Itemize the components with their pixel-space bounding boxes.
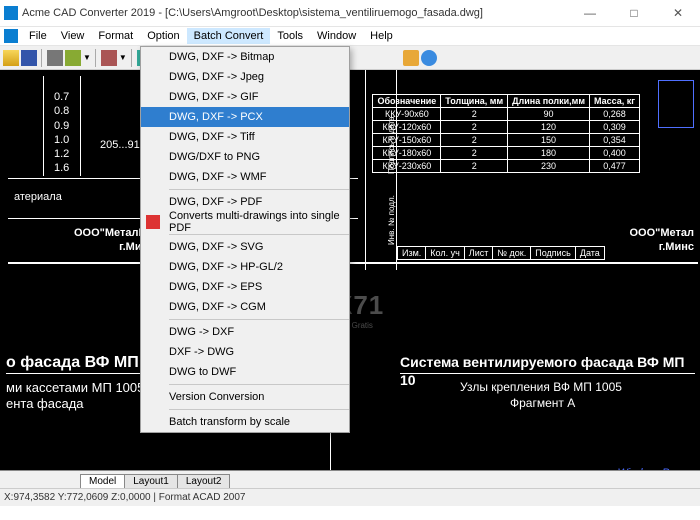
menu-item[interactable]: DWG, DXF -> GIF	[141, 87, 349, 107]
detail-box	[658, 80, 694, 128]
menu-format[interactable]: Format	[91, 28, 140, 44]
export-icon[interactable]	[101, 50, 117, 66]
menu-option[interactable]: Option	[140, 28, 186, 44]
title-left-3: ента фасада	[6, 396, 84, 413]
menu-item[interactable]: DWG -> DXF	[141, 322, 349, 342]
print-icon[interactable]	[47, 50, 63, 66]
drawing-canvas[interactable]: 0.70.80.9 1.01.21.6 205...916 атериала О…	[0, 70, 700, 488]
menu-help[interactable]: Help	[363, 28, 400, 44]
menu-item[interactable]: Batch transform by scale	[141, 412, 349, 432]
menu-window[interactable]: Window	[310, 28, 363, 44]
home-icon[interactable]	[403, 50, 419, 66]
menu-item[interactable]: DWG, DXF -> HP-GL/2	[141, 257, 349, 277]
menu-item[interactable]: DWG, DXF -> CGM	[141, 297, 349, 317]
menu-item[interactable]: DWG, DXF -> PCX	[141, 107, 349, 127]
window-title: Acme CAD Converter 2019 - [C:\Users\Amgr…	[22, 7, 576, 19]
menu-item[interactable]: DWG, DXF -> PDF	[141, 192, 349, 212]
tab-layout2[interactable]: Layout2	[177, 474, 231, 488]
batch-icon[interactable]	[65, 50, 81, 66]
org-right: ООО"Металг.Минс	[629, 226, 694, 255]
menu-item[interactable]: DWG, DXF -> WMF	[141, 167, 349, 187]
menu-item[interactable]: DWG, DXF -> Jpeg	[141, 67, 349, 87]
menu-item[interactable]: DWG, DXF -> SVG	[141, 237, 349, 257]
menu-item[interactable]: DWG, DXF -> Bitmap	[141, 47, 349, 67]
window-controls: — □ ✕	[576, 3, 692, 23]
menu-item[interactable]: DWG/DXF to PNG	[141, 147, 349, 167]
menu-view[interactable]: View	[54, 28, 92, 44]
menu-item[interactable]: DWG, DXF -> Tiff	[141, 127, 349, 147]
menu-item[interactable]: DXF -> DWG	[141, 342, 349, 362]
title-right-2: Узлы крепления ВФ МП 1005	[460, 380, 622, 396]
batch-convert-dropdown: DWG, DXF -> BitmapDWG, DXF -> JpegDWG, D…	[140, 46, 350, 433]
minimize-button[interactable]: —	[576, 3, 604, 23]
dims-col1: 0.70.80.9 1.01.21.6	[54, 90, 69, 176]
close-button[interactable]: ✕	[664, 3, 692, 23]
titlebar: Acme CAD Converter 2019 - [C:\Users\Amgr…	[0, 0, 700, 26]
revision-header: Изм.Кол. учЛист№ док.ПодписьДата	[397, 246, 605, 260]
tab-layout1[interactable]: Layout1	[124, 474, 178, 488]
menu-batch-convert[interactable]: Batch Convert	[187, 28, 271, 44]
spec-table: ОбозначениеТолщина, ммДлина полки,ммМасс…	[372, 94, 640, 173]
statusbar: X:974,3582 Y:772,0609 Z:0,0000 | Format …	[0, 488, 700, 506]
menubar: File View Format Option Batch Convert To…	[0, 26, 700, 46]
pdf-icon	[146, 215, 160, 229]
app-icon	[4, 6, 18, 20]
material-label: атериала	[14, 190, 62, 204]
info-icon[interactable]	[421, 50, 437, 66]
app-icon-small	[4, 29, 18, 43]
save-icon[interactable]	[21, 50, 37, 66]
menu-file[interactable]: File	[22, 28, 54, 44]
menu-tools[interactable]: Tools	[270, 28, 310, 44]
title-right-3: Фрагмент А	[510, 396, 575, 412]
open-icon[interactable]	[3, 50, 19, 66]
title-left-2: ми кассетами МП 1005	[6, 380, 144, 397]
dims-col2: 205...916	[100, 138, 146, 152]
maximize-button[interactable]: □	[620, 3, 648, 23]
tab-strip: Model Layout1 Layout2	[0, 470, 700, 488]
menu-item[interactable]: Converts multi-drawings into single PDF	[141, 212, 349, 232]
menu-item[interactable]: DWG, DXF -> EPS	[141, 277, 349, 297]
toolbar: ▼ ▼ ▼	[0, 46, 700, 70]
status-text: X:974,3582 Y:772,0609 Z:0,0000 | Format …	[4, 492, 245, 503]
tab-model[interactable]: Model	[80, 474, 125, 488]
menu-item[interactable]: Version Conversion	[141, 387, 349, 407]
menu-item[interactable]: DWG to DWF	[141, 362, 349, 382]
